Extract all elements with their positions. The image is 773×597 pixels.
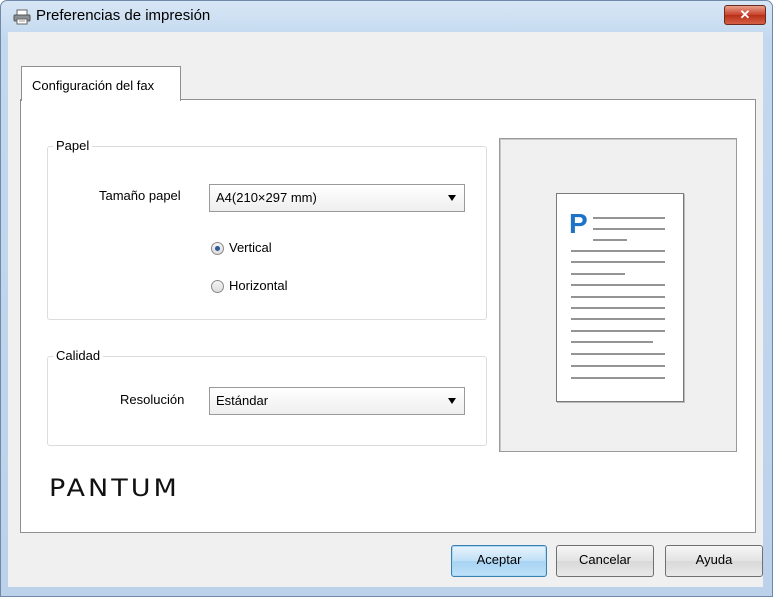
paper-size-dropdown[interactable]: A4(210×297 mm) [209, 184, 465, 212]
help-button-label: Ayuda [695, 552, 733, 567]
paper-group-legend: Papel [53, 138, 93, 153]
radio-horizontal[interactable] [211, 280, 224, 293]
radio-vertical[interactable] [211, 242, 224, 255]
close-icon: ✕ [739, 7, 751, 22]
chevron-down-icon [448, 195, 456, 201]
resolution-dropdown[interactable]: Estándar [209, 387, 465, 415]
page-preview: P [556, 193, 684, 402]
window-title: Preferencias de impresión [36, 7, 211, 24]
title-bar[interactable]: Preferencias de impresión ✕ [1, 1, 772, 33]
resolution-label: Resolución [120, 392, 185, 407]
radio-vertical-label[interactable]: Vertical [229, 240, 272, 255]
tab-label: Configuración del fax [32, 78, 155, 93]
quality-group-legend: Calidad [53, 348, 104, 363]
pantum-logo: PANTUM [49, 474, 180, 503]
ok-button-label: Aceptar [476, 552, 522, 567]
tab-fax-settings[interactable]: Configuración del fax [21, 66, 181, 101]
printer-icon [13, 9, 31, 25]
page-letter: P [569, 208, 588, 239]
radio-horizontal-label[interactable]: Horizontal [229, 278, 288, 293]
resolution-value: Estándar [216, 393, 269, 408]
ok-button[interactable]: Aceptar [451, 545, 547, 577]
paper-size-label: Tamaño papel [99, 188, 181, 203]
paper-group [47, 146, 487, 320]
cancel-button-label: Cancelar [578, 552, 632, 567]
help-button[interactable]: Ayuda [665, 545, 763, 577]
close-button[interactable]: ✕ [724, 5, 766, 25]
cancel-button[interactable]: Cancelar [556, 545, 654, 577]
paper-size-value: A4(210×297 mm) [216, 190, 317, 205]
chevron-down-icon [448, 398, 456, 404]
